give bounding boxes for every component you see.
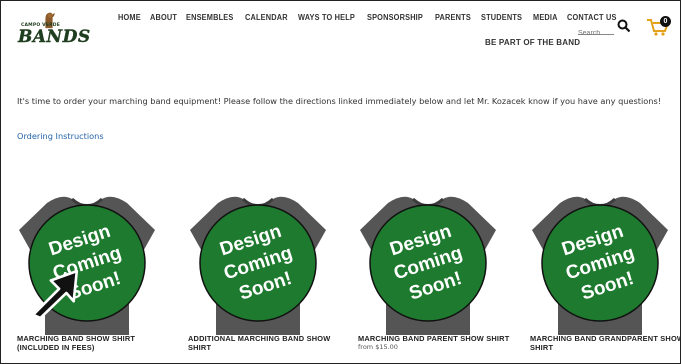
product-card[interactable]: Design Coming Soon! MARCHING BAND GRANDP… — [530, 185, 681, 352]
nav-item-be-part-of-the-band[interactable]: BE PART OF THE BAND — [485, 38, 580, 47]
nav-item-media[interactable]: MEDIA — [533, 13, 558, 22]
product-name[interactable]: MARCHING BAND PARENT SHOW SHIRT — [358, 334, 513, 343]
product-price: from $15.00 — [358, 343, 398, 351]
secondary-nav: BE PART OF THE BAND — [485, 30, 580, 49]
nav-item-about[interactable]: ABOUT — [150, 13, 177, 22]
search-icon[interactable] — [617, 19, 631, 33]
site-logo[interactable]: CAMPO VERDE BANDS — [12, 10, 90, 50]
search-input[interactable] — [578, 30, 614, 37]
product-image[interactable]: Design Coming Soon! — [530, 185, 670, 335]
nav-item-ways-to-help[interactable]: WAYS TO HELP — [298, 13, 355, 22]
product-card[interactable]: Design Coming Soon! ADDITIONAL MARCHING … — [188, 185, 338, 352]
main-nav: HOME ABOUT ENSEMBLES CALENDAR WAYS TO HE… — [118, 13, 621, 22]
nav-item-students[interactable]: STUDENTS — [481, 13, 522, 22]
ordering-instructions-link[interactable]: Ordering Instructions — [17, 131, 104, 141]
product-name[interactable]: MARCHING BAND SHOW SHIRT (INCLUDED IN FE… — [17, 334, 172, 352]
nav-item-parents[interactable]: PARENTS — [435, 13, 471, 22]
logo-title: BANDS — [18, 27, 91, 47]
arrow-cursor-icon — [31, 269, 79, 320]
nav-item-home[interactable]: HOME — [118, 13, 141, 22]
product-name[interactable]: MARCHING BAND GRANDPARENT SHOW SHIRT — [530, 334, 681, 352]
nav-item-sponsorship[interactable]: SPONSORSHIP — [367, 13, 423, 22]
intro-text: It's time to order your marching band eq… — [17, 96, 662, 106]
product-image[interactable]: Design Coming Soon! — [188, 185, 328, 335]
product-card[interactable]: Design Coming Soon! MARCHING BAND PARENT… — [358, 185, 509, 351]
product-name[interactable]: ADDITIONAL MARCHING BAND SHOW SHIRT — [188, 334, 343, 352]
search-box — [578, 20, 614, 37]
product-image[interactable]: Design Coming Soon! — [358, 185, 498, 335]
nav-item-ensembles[interactable]: ENSEMBLES — [186, 13, 233, 22]
nav-item-calendar[interactable]: CALENDAR — [245, 13, 288, 22]
cart-count-badge: 0 — [660, 16, 671, 27]
